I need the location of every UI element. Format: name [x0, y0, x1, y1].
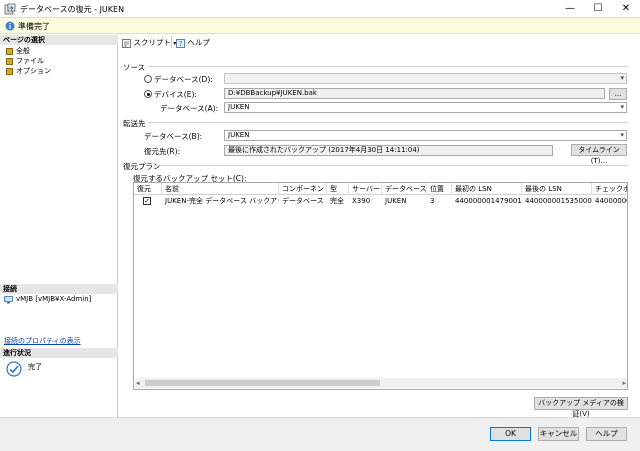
dialog-button-bar: OK キャンセル ヘルプ — [0, 417, 640, 451]
progress-value: 完了 — [28, 363, 42, 371]
source-database-radio-label: データベース(D): — [154, 75, 213, 84]
device-path-field[interactable]: D:¥DBBackup¥JUKEN.bak — [224, 88, 605, 99]
column-header-name[interactable]: 名前 — [162, 183, 279, 195]
chevron-down-icon: ▾ — [620, 74, 624, 82]
restore-plan-group-label: 復元プラン — [123, 162, 161, 171]
source-divider — [148, 66, 628, 67]
minimize-button[interactable]: — — [556, 0, 584, 18]
cell-type: 完全 — [330, 197, 344, 205]
destination-db-label: データベース(B): — [144, 132, 203, 141]
cell-server: X390 — [352, 197, 371, 205]
page-select-header: ページの選択 — [0, 35, 118, 45]
timeline-button[interactable]: タイムライン(T)... — [571, 144, 627, 165]
page-item-general[interactable]: 全般 — [6, 46, 30, 56]
cell-database: JUKEN — [385, 197, 407, 205]
chevron-down-icon: ▾ — [620, 131, 624, 139]
maximize-button[interactable]: ☐ — [584, 0, 612, 18]
scroll-right-icon[interactable]: ▸ — [622, 378, 626, 388]
info-icon — [5, 21, 15, 31]
cell-component: データベース — [282, 197, 324, 205]
title-bar: データベースの復元 - JUKEN — ☐ ✕ — [0, 0, 640, 18]
column-header-server[interactable]: サーバー — [349, 183, 382, 195]
connection-value: vMJB [vMJB¥X-Admin] — [16, 295, 92, 303]
right-pane: スクリプト ▾ ? ヘルプ ソース データベース(D): ▾ デバイス(E): … — [118, 34, 640, 418]
column-header-position[interactable]: 位置 — [427, 183, 452, 195]
connection-header: 接続 — [0, 284, 118, 294]
cell-checkpoint: 44000000 — [595, 197, 628, 205]
wrench-icon — [6, 67, 13, 75]
source-db-label: データベース(A): — [160, 104, 219, 113]
completed-check-icon — [6, 361, 22, 377]
restore-to-field: 最後に作成されたバックアップ (2017年4月30日 14:11:04) — [224, 145, 553, 156]
database-restore-icon — [4, 3, 16, 15]
column-header-first-lsn[interactable]: 最初の LSN — [452, 183, 522, 195]
column-header-checkpoint[interactable]: チェックポイ — [592, 183, 627, 195]
status-text: 準備完了 — [18, 22, 50, 31]
wrench-icon — [6, 57, 13, 65]
script-button[interactable]: スクリプト ▾ — [122, 37, 176, 49]
help-icon: ? — [176, 38, 185, 48]
cell-last-lsn: 44000000153500001 — [525, 197, 592, 205]
destination-group-label: 転送先 — [123, 119, 146, 128]
page-item-files[interactable]: ファイル — [6, 56, 44, 66]
status-bar: 準備完了 — [0, 18, 640, 34]
backup-sets-grid[interactable]: 復元 名前 コンポーネント 型 サーバー データベース 位置 最初の LSN 最… — [133, 182, 628, 390]
page-item-options[interactable]: オプション — [6, 66, 51, 76]
cancel-button[interactable]: キャンセル — [538, 427, 579, 441]
close-button[interactable]: ✕ — [612, 0, 640, 18]
source-group-label: ソース — [123, 63, 146, 72]
destination-db-select[interactable]: JUKEN ▾ — [224, 130, 627, 141]
verify-media-button[interactable]: バックアップ メディアの検証(V) — [534, 397, 628, 418]
column-header-type[interactable]: 型 — [327, 183, 349, 195]
cell-position: 3 — [430, 197, 435, 205]
toolbar-separator — [171, 36, 172, 48]
column-header-component[interactable]: コンポーネント — [279, 183, 327, 195]
help-button[interactable]: ヘルプ — [586, 427, 627, 441]
source-device-radio[interactable] — [144, 90, 152, 98]
window-title: データベースの復元 - JUKEN — [20, 5, 125, 14]
column-header-database[interactable]: データベース — [382, 183, 427, 195]
restore-plan-divider — [158, 165, 628, 166]
script-icon — [122, 38, 131, 48]
progress-header: 進行状況 — [0, 348, 118, 358]
column-header-restore[interactable]: 復元 — [134, 183, 162, 195]
help-toolbar-button[interactable]: ? ヘルプ — [176, 37, 210, 49]
svg-text:?: ? — [179, 40, 183, 48]
restore-to-label: 復元先(R): — [144, 147, 181, 156]
destination-divider — [148, 122, 628, 123]
scroll-left-icon[interactable]: ◂ — [136, 378, 140, 388]
cell-first-lsn: 44000000147900131 — [455, 197, 522, 205]
server-icon — [4, 296, 13, 304]
horizontal-scrollbar[interactable]: ◂ ▸ — [135, 378, 627, 388]
source-device-radio-label: デバイス(E): — [154, 90, 197, 99]
browse-button[interactable]: ... — [609, 88, 627, 100]
scrollbar-thumb[interactable] — [145, 380, 380, 386]
restore-checkbox[interactable]: ✓ — [143, 197, 151, 205]
source-database-radio[interactable] — [144, 75, 152, 83]
left-pane: ページの選択 全般 ファイル オプション 接続 vMJB [vMJB¥X-Adm… — [0, 34, 118, 417]
cell-name: JUKEN-完全 データベース バックアップ — [165, 197, 279, 205]
source-database-select[interactable]: ▾ — [224, 73, 627, 84]
table-row[interactable]: ✓ JUKEN-完全 データベース バックアップ データベース 完全 X390 … — [134, 195, 628, 207]
chevron-down-icon: ▾ — [620, 103, 624, 111]
wrench-icon — [6, 47, 13, 55]
ok-button[interactable]: OK — [490, 427, 531, 441]
column-header-last-lsn[interactable]: 最後の LSN — [522, 183, 592, 195]
connection-properties-link[interactable]: 接続のプロパティの表示 — [4, 336, 81, 346]
source-db-select[interactable]: JUKEN ▾ — [224, 102, 627, 113]
